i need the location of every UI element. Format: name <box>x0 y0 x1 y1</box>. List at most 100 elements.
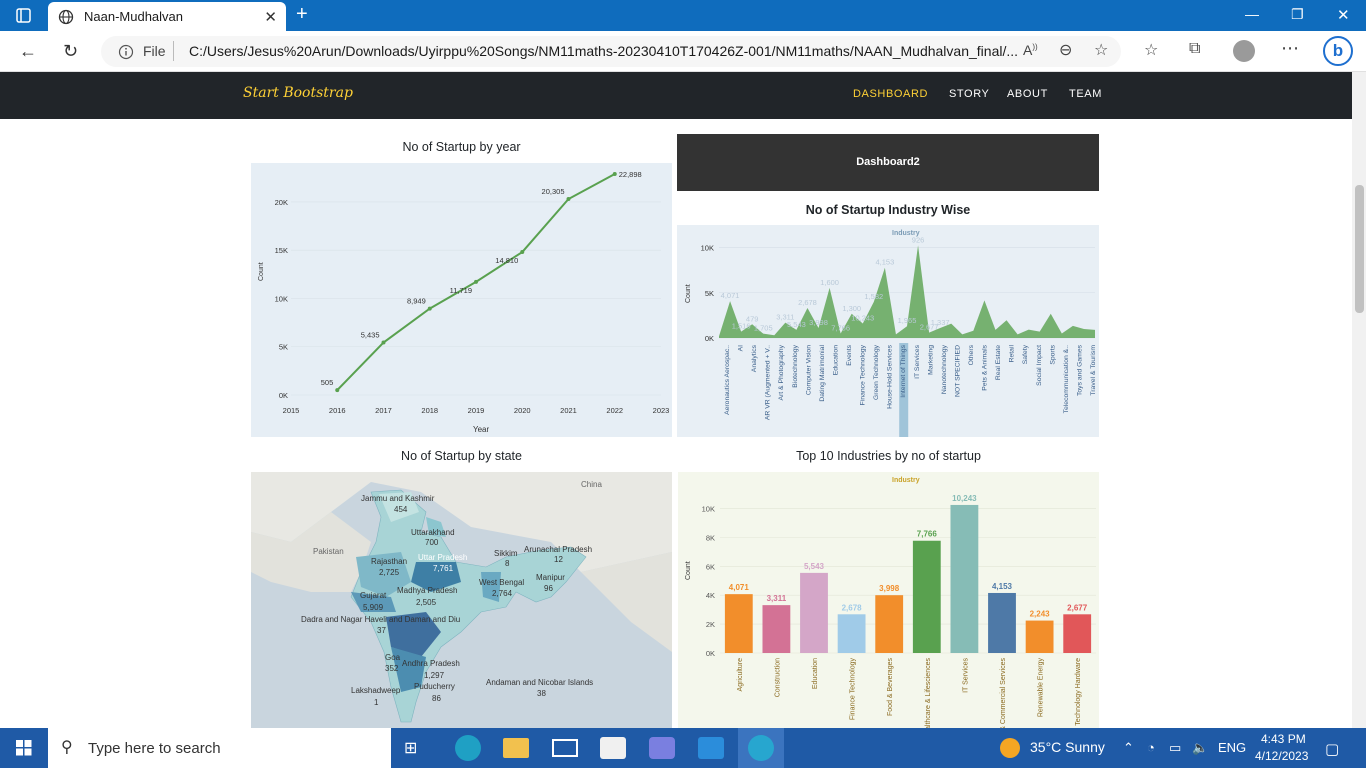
data-point <box>612 171 617 176</box>
x-tick-label: Retail <box>1009 345 1016 363</box>
profile-avatar[interactable] <box>1233 40 1255 62</box>
state-value: 2,505 <box>416 598 437 607</box>
country-label-pakistan: Pakistan <box>313 547 344 556</box>
state-name: Andhra Pradesh <box>402 659 460 668</box>
add-favorite-icon[interactable]: ☆ <box>1094 40 1108 60</box>
windows-start-icon[interactable] <box>16 740 32 756</box>
notification-icon[interactable]: ▢ <box>1325 740 1339 758</box>
close-tab-icon[interactable]: ✕ <box>264 8 277 26</box>
mail-icon[interactable] <box>552 739 578 757</box>
data-label: 4,071 <box>729 583 750 592</box>
window-close-button[interactable]: ✕ <box>1337 6 1350 24</box>
data-label: 3,311 <box>767 594 787 603</box>
nav-story[interactable]: STORY <box>949 88 990 100</box>
x-tick-label: Education <box>832 345 839 375</box>
legend-title: Industry <box>892 477 920 484</box>
read-aloud-icon[interactable]: A)) <box>1023 42 1038 58</box>
refresh-icon[interactable]: ↻ <box>63 41 78 62</box>
task-view-icon[interactable]: ⊞ <box>404 738 430 764</box>
tab-actions-icon[interactable] <box>16 8 32 24</box>
x-tick-label: 2023 <box>653 406 670 415</box>
scrollbar-thumb[interactable] <box>1355 185 1364 313</box>
country-label-china: China <box>581 480 602 489</box>
x-tick-label: Sports <box>1049 344 1056 364</box>
battery-icon[interactable]: ▭ <box>1169 740 1181 756</box>
dashboard2-title: Dashboard2 <box>856 156 920 168</box>
clock-date[interactable]: 4/12/2023 <box>1255 749 1308 763</box>
minimize-button[interactable]: — <box>1245 6 1259 22</box>
data-label: 22,898 <box>619 170 642 179</box>
network-icon[interactable]: ◔ <box>1147 740 1155 755</box>
file-explorer-icon[interactable] <box>503 738 529 758</box>
x-tick-label: Pets & Animals <box>982 344 989 390</box>
site-navbar: Start Bootstrap DASHBOARD STORY ABOUT TE… <box>0 72 1352 119</box>
browser-tab[interactable]: Naan-Mudhalvan ✕ <box>48 2 286 31</box>
y-tick-label: 10K <box>702 504 715 513</box>
y-axis-label: Count <box>685 561 692 580</box>
state-name: Uttarakhand <box>411 528 455 537</box>
x-tick-label: 2017 <box>375 406 392 415</box>
vscode-icon[interactable] <box>698 737 724 759</box>
state-value: 1 <box>374 698 379 707</box>
info-icon[interactable] <box>118 44 134 60</box>
new-tab-button[interactable]: + <box>296 3 308 26</box>
x-tick-label: 2019 <box>468 406 485 415</box>
nav-dashboard[interactable]: DASHBOARD <box>853 88 928 100</box>
area-chart-industry-wise[interactable]: Industry Count 0K 5K 10K 4,071 1,516 479 1,705… <box>677 225 1099 437</box>
state-value: 5,909 <box>363 603 384 612</box>
chevron-up-icon[interactable]: ⌃ <box>1123 740 1134 756</box>
bar-chart-top10[interactable]: Industry Count 0K 2K 4K 6K 8K 10K 4,071 Agricul… <box>678 472 1099 728</box>
state-name: Rajasthan <box>371 557 407 566</box>
data-label: 1,337 <box>931 318 950 327</box>
data-label: 1,582 <box>864 292 883 301</box>
data-point <box>474 279 478 284</box>
nav-team[interactable]: TEAM <box>1069 88 1102 100</box>
map-by-state[interactable]: China Pakistan Jammu and Kashmir 454 Utt… <box>251 472 672 728</box>
volume-icon[interactable]: 🔈 <box>1192 740 1208 756</box>
url-text[interactable]: C:/Users/Jesus%20Arun/Downloads/Uyirppu%… <box>189 43 1019 59</box>
data-label: 505 <box>321 378 334 387</box>
line-chart-by-year[interactable]: Count Year 0K 5K 10K 15K 20K 2015 2016 2017 2018… <box>251 163 672 437</box>
more-menu-icon[interactable]: ⋯ <box>1281 38 1299 59</box>
state-value: 700 <box>425 538 439 547</box>
clock-time[interactable]: 4:43 PM <box>1261 732 1306 746</box>
bar <box>724 594 753 653</box>
state-value: 1,297 <box>424 671 445 680</box>
favorites-icon[interactable]: ☆ <box>1144 40 1158 60</box>
restore-button[interactable]: ❐ <box>1291 6 1304 23</box>
state-name: Madhya Pradesh <box>397 586 457 595</box>
bing-chat-icon[interactable]: b <box>1323 36 1353 66</box>
brand-logo[interactable]: Start Bootstrap <box>243 85 353 101</box>
x-tick-label: House-Hold Services <box>887 344 894 408</box>
nav-about[interactable]: ABOUT <box>1007 88 1048 100</box>
x-tick-label: Biotechnology <box>792 344 799 387</box>
globe-icon <box>58 9 74 25</box>
x-tick-label: Professional & Commercial Services <box>1000 658 1007 729</box>
back-arrow-icon[interactable]: ← <box>19 41 37 62</box>
search-placeholder: Type here to search <box>88 740 221 757</box>
taskbar-search-box[interactable]: ⚲ Type here to search <box>48 728 391 768</box>
bar <box>762 605 791 653</box>
x-tick-label: Analytics <box>751 344 758 372</box>
app-icon[interactable] <box>649 737 675 759</box>
data-point <box>335 388 340 393</box>
bar <box>837 614 866 653</box>
x-tick-label: Finance Technology <box>860 344 867 405</box>
state-name: Lakshadweep <box>351 686 401 695</box>
collections-icon[interactable]: ⧉ <box>1189 40 1200 58</box>
data-label: 3,998 <box>809 318 828 327</box>
data-label: 1,965 <box>898 316 917 325</box>
x-tick-label: 2015 <box>283 406 300 415</box>
store-icon[interactable] <box>600 737 626 759</box>
language-indicator[interactable]: ENG <box>1218 740 1246 755</box>
weather-icon[interactable] <box>1000 738 1020 758</box>
address-bar[interactable]: File C:/Users/Jesus%20Arun/Downloads/Uyi… <box>101 36 1121 67</box>
y-tick-label: 5K <box>279 343 288 352</box>
edge-active-icon[interactable] <box>748 735 774 761</box>
page-scrollbar[interactable] <box>1352 72 1366 728</box>
x-tick-label: AI <box>738 345 745 352</box>
x-tick-label: Education <box>812 658 819 689</box>
edge-taskbar-icon[interactable] <box>455 735 481 761</box>
weather-text[interactable]: 35°C Sunny <box>1030 739 1105 755</box>
zoom-icon[interactable]: ⊖ <box>1059 40 1072 60</box>
